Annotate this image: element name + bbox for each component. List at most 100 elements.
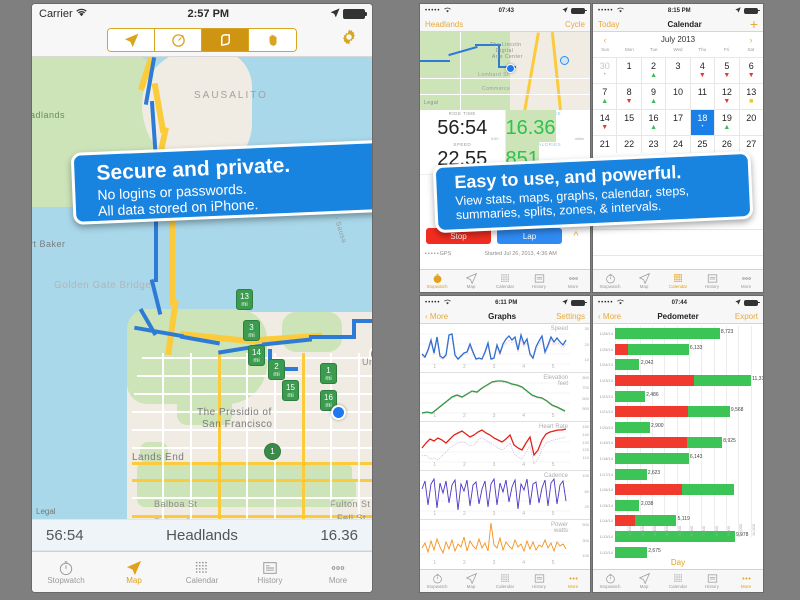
day-cell[interactable]: 6 ▼	[740, 58, 763, 83]
map-legal-label[interactable]: Legal	[36, 507, 56, 516]
bar-row[interactable]: 1/25/14 6,133	[593, 342, 759, 358]
day-cell[interactable]: 30 •	[593, 58, 618, 83]
tab-more[interactable]: More	[304, 552, 372, 592]
day-cell[interactable]: 5 ▼	[715, 58, 740, 83]
bar-row[interactable]: 1/21/14 9,568	[593, 404, 759, 420]
map-canvas[interactable]: SAUSALITO adlands Golden Gate Bridge The…	[32, 57, 372, 519]
day-cell[interactable]: 7 ▲	[593, 84, 618, 109]
bar-row[interactable]: 1/24/14 2,042	[593, 357, 759, 373]
chevron-up-icon[interactable]: ^	[568, 230, 584, 242]
chevron-left-icon[interactable]: ‹	[598, 35, 612, 45]
hand-icon[interactable]	[249, 29, 296, 51]
day-cell[interactable]: 23	[642, 136, 667, 153]
mile-marker[interactable]: 13 mi	[236, 289, 253, 310]
chart-cadence[interactable]: Cadence 100 60 20 1 2 3 4 5	[420, 471, 590, 520]
day-cell[interactable]: 8 ▼	[617, 84, 642, 109]
route-icon[interactable]	[202, 29, 249, 51]
bar-row[interactable]: 1/15/14 2,038	[593, 498, 759, 514]
gear-icon[interactable]	[340, 28, 358, 52]
day-cell[interactable]: 27	[740, 136, 763, 153]
day-cell[interactable]: 14 ▼	[593, 110, 618, 135]
chart-elevation[interactable]: Elevation feet 800 700 600 500 1 2 3 4 5	[420, 373, 590, 422]
add-button[interactable]: +	[750, 17, 758, 31]
pedometer-chart[interactable]: 1/26/14 8,723 1/25/14 6,133 1/24/14 2,04…	[593, 324, 763, 569]
back-to-more-button[interactable]: ‹ More	[598, 312, 621, 321]
tab-more[interactable]: More	[556, 270, 590, 292]
bar-row[interactable]: 1/16/14	[593, 482, 759, 498]
back-to-more-button[interactable]: ‹ More	[425, 312, 448, 321]
tab-stopwatch[interactable]: Stopwatch	[420, 570, 454, 592]
today-button[interactable]: Today	[598, 20, 619, 29]
day-cell[interactable]: 21	[593, 136, 618, 153]
day-cell[interactable]: 2 ▲	[642, 58, 667, 83]
tab-map[interactable]: Map	[627, 270, 661, 292]
tab-calendar[interactable]: Calendar	[661, 270, 695, 292]
tab-more[interactable]: More	[729, 270, 763, 292]
day-cell[interactable]: 24	[666, 136, 691, 153]
day-cell[interactable]: 25	[691, 136, 716, 153]
tab-stopwatch[interactable]: Stopwatch	[420, 270, 454, 292]
bar-row[interactable]: 1/23/14 11,337	[593, 373, 763, 389]
mile-marker[interactable]: 15 mi	[282, 380, 299, 401]
tab-history[interactable]: History	[522, 270, 556, 292]
day-cell[interactable]: 9 ▲	[642, 84, 667, 109]
map-mode-segmented-control[interactable]	[107, 28, 297, 52]
settings-button[interactable]: Settings	[556, 312, 585, 321]
day-cell-selected[interactable]: 18 •	[690, 110, 716, 135]
day-cell[interactable]: 17	[666, 110, 691, 135]
bar-row[interactable]: 1/22/14 2,486	[593, 388, 759, 404]
day-cell[interactable]: 10	[666, 84, 691, 109]
tab-history[interactable]: History	[236, 552, 304, 592]
compass-icon[interactable]	[155, 29, 202, 51]
follow-icon[interactable]	[108, 29, 155, 51]
graphs-list[interactable]: Speed 30 20 10 1 2 3 4 5 Elevationfeet	[420, 324, 590, 569]
bar-row[interactable]: 1/18/14 6,143	[593, 451, 759, 467]
chart-power[interactable]: Power watts 500 300 100 1 2 3 4 5	[420, 520, 590, 568]
day-cell[interactable]: 16 ▲	[642, 110, 667, 135]
tab-map[interactable]: Map	[454, 270, 488, 292]
day-cell[interactable]: 12 ▼	[715, 84, 740, 109]
tab-map[interactable]: Map	[454, 570, 488, 592]
waypoint-dot[interactable]	[560, 56, 569, 65]
mini-map[interactable]: The Lincoln Digital Arts Center Lombard …	[420, 32, 590, 110]
bar-row[interactable]: 1/14/14 5,119	[593, 513, 759, 529]
day-cell[interactable]: 22	[617, 136, 642, 153]
tab-calendar[interactable]: Calendar	[488, 270, 522, 292]
bar-row[interactable]: 1/17/14 2,623	[593, 466, 759, 482]
day-cell[interactable]: 11	[691, 84, 716, 109]
export-button[interactable]: Export	[735, 312, 758, 321]
chevron-right-icon[interactable]: ›	[744, 35, 758, 45]
ride-summary-bar[interactable]: 56:54 Headlands 16.36	[32, 519, 372, 551]
tab-calendar[interactable]: Calendar	[168, 552, 236, 592]
day-cell[interactable]: 3	[666, 58, 691, 83]
chart-heart-rate[interactable]: Heart Rate 150 140 130 120 110 1 2 3 4 5	[420, 422, 590, 471]
tab-history[interactable]: History	[695, 270, 729, 292]
chart-speed[interactable]: Speed 30 20 10 1 2 3 4 5	[420, 324, 590, 373]
day-cell[interactable]: 20	[740, 110, 763, 135]
tab-stopwatch[interactable]: Stopwatch	[593, 570, 627, 592]
tab-stopwatch[interactable]: Stopwatch	[32, 552, 100, 592]
bar-row[interactable]: 1/20/14 2,900	[593, 420, 759, 436]
tab-stopwatch[interactable]: Stopwatch	[593, 270, 627, 292]
tab-more[interactable]: More	[729, 570, 763, 592]
bar-row[interactable]: 1/26/14 8,723	[593, 326, 759, 342]
mile-marker[interactable]: 1	[264, 443, 281, 460]
lap-button[interactable]: Lap	[497, 228, 562, 244]
tab-history[interactable]: History	[522, 570, 556, 592]
day-cell[interactable]: 4 ▼	[691, 58, 716, 83]
day-cell[interactable]: 1	[617, 58, 642, 83]
mile-marker[interactable]: 14 mi	[248, 345, 265, 366]
tab-map[interactable]: Map	[100, 552, 168, 592]
tab-more[interactable]: More	[556, 570, 590, 592]
tab-map[interactable]: Map	[627, 570, 661, 592]
tab-history[interactable]: History	[695, 570, 729, 592]
nav-activity-cycle[interactable]: Cycle	[565, 20, 585, 29]
tab-calendar[interactable]: Calendar	[488, 570, 522, 592]
mile-marker[interactable]: 1 mi	[320, 363, 337, 384]
day-cell[interactable]: 13 ■	[740, 84, 763, 109]
map-legal-label[interactable]: Legal	[424, 100, 439, 106]
mile-marker[interactable]: 2 mi	[268, 359, 285, 380]
bar-row[interactable]: 1/19/14 8,925	[593, 435, 759, 451]
day-cell[interactable]: 15	[617, 110, 642, 135]
mile-marker[interactable]: 3 mi	[243, 320, 260, 341]
